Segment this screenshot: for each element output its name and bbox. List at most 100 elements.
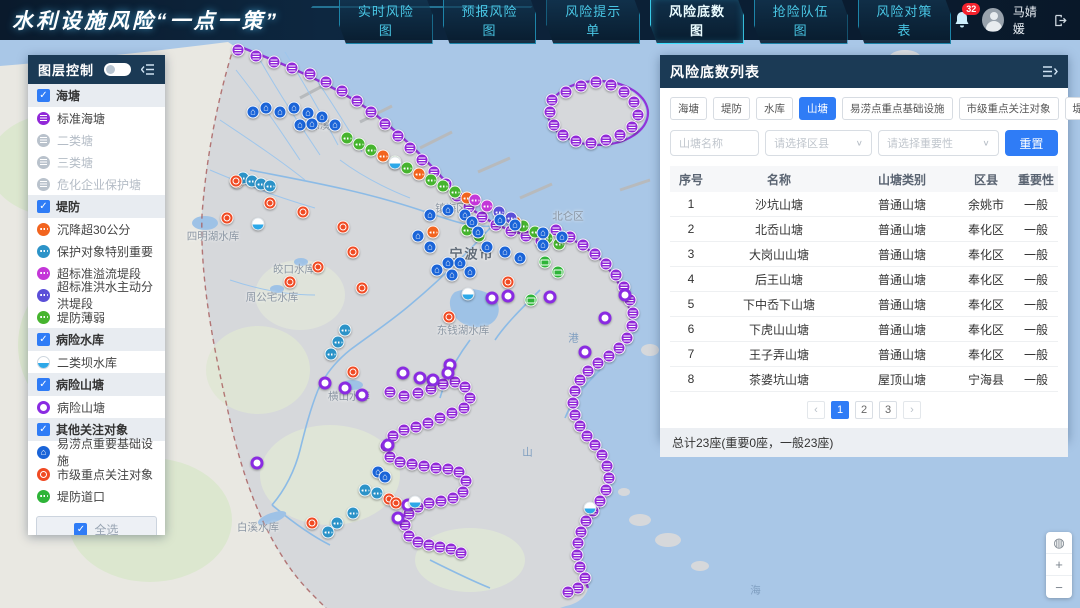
marker-protect[interactable] xyxy=(359,484,372,497)
avatar[interactable] xyxy=(982,8,1004,32)
table-row[interactable]: 4后王山塘普通山塘奉化区一般 xyxy=(670,267,1058,292)
marker-seawall[interactable] xyxy=(435,495,448,508)
marker-flood[interactable] xyxy=(424,241,437,254)
pond-name-input[interactable]: 山塘名称 xyxy=(670,130,759,156)
table-row[interactable]: 8茶婆坑山塘屋顶山塘宁海县一般 xyxy=(670,367,1058,392)
checkbox-checked[interactable]: ✓ xyxy=(37,200,50,213)
marker-seawall[interactable] xyxy=(304,68,317,81)
layer-item[interactable]: 保护对象特别重要 xyxy=(28,240,165,262)
marker-pond[interactable] xyxy=(319,377,332,390)
nav-button[interactable]: 风险提示单 xyxy=(546,0,640,44)
zoom-in-button[interactable]: + xyxy=(1046,554,1072,576)
marker-seawall[interactable] xyxy=(560,86,573,99)
marker-seawall[interactable] xyxy=(286,62,299,75)
marker-flood[interactable] xyxy=(472,226,485,239)
layer-item[interactable]: 市级重点关注对象 xyxy=(28,463,165,485)
nav-button[interactable]: 风险底数图 xyxy=(650,0,744,44)
marker-seawall[interactable] xyxy=(569,385,582,398)
marker-flood[interactable] xyxy=(509,219,522,232)
tab-市级重点关注对象[interactable]: 市级重点关注对象 xyxy=(959,97,1059,120)
marker-seawall[interactable] xyxy=(589,248,602,261)
marker-seawall[interactable] xyxy=(458,402,471,415)
marker-seawall[interactable] xyxy=(570,135,583,148)
layer-item[interactable]: 沉降超30公分 xyxy=(28,218,165,240)
marker-seawall[interactable] xyxy=(601,460,614,473)
marker-seawall[interactable] xyxy=(562,586,575,599)
marker-pond[interactable] xyxy=(486,292,499,305)
marker-protect[interactable] xyxy=(264,180,277,193)
table-row[interactable]: 1沙坑山塘普通山塘余姚市一般 xyxy=(670,192,1058,217)
marker-res[interactable] xyxy=(389,157,402,170)
layer-item[interactable]: 标准海塘 xyxy=(28,107,165,129)
collapse-list-icon[interactable] xyxy=(1043,65,1058,78)
nav-button[interactable]: 抢险队伍图 xyxy=(754,0,848,44)
checkbox-checked[interactable]: ✓ xyxy=(37,333,50,346)
marker-pond[interactable] xyxy=(619,289,632,302)
marker-flood[interactable] xyxy=(424,209,437,222)
marker-seawall[interactable] xyxy=(610,269,623,282)
marker-seawall[interactable] xyxy=(567,397,580,410)
marker-city[interactable] xyxy=(347,366,360,379)
tab-易涝点重点基础设施[interactable]: 易涝点重点基础设施 xyxy=(842,97,953,120)
marker-seawall[interactable] xyxy=(572,537,585,550)
marker-city[interactable] xyxy=(284,276,297,289)
page-button[interactable]: 2 xyxy=(855,401,873,419)
marker-city[interactable] xyxy=(297,206,310,219)
table-row[interactable]: 2北岙山塘普通山塘奉化区一般 xyxy=(670,217,1058,242)
next-page-button[interactable]: › xyxy=(903,401,921,419)
marker-flood[interactable] xyxy=(260,102,273,115)
marker-seawall[interactable] xyxy=(571,549,584,562)
marker-seawall[interactable] xyxy=(575,80,588,93)
table-row[interactable]: 6下虎山山塘普通山塘奉化区一般 xyxy=(670,317,1058,342)
marker-protect[interactable] xyxy=(347,507,360,520)
marker-seawall[interactable] xyxy=(418,460,431,473)
marker-protect[interactable] xyxy=(339,324,352,337)
marker-city[interactable] xyxy=(337,221,350,234)
marker-pond[interactable] xyxy=(392,512,405,525)
checkbox-checked[interactable]: ✓ xyxy=(37,89,50,102)
marker-seawall[interactable] xyxy=(548,119,561,132)
marker-city[interactable] xyxy=(390,497,403,510)
reset-button[interactable]: 重置 xyxy=(1005,130,1058,156)
checkbox-checked[interactable]: ✓ xyxy=(37,423,50,436)
marker-protect[interactable] xyxy=(325,348,338,361)
district-select[interactable]: 请选择区县 ∨ xyxy=(765,130,872,156)
marker-seawall[interactable] xyxy=(447,492,460,505)
layer-item[interactable]: 堤防道口 xyxy=(28,485,165,507)
marker-flood[interactable] xyxy=(442,204,455,217)
marker-seawall[interactable] xyxy=(410,421,423,434)
marker-sink[interactable] xyxy=(377,150,390,163)
marker-pond[interactable] xyxy=(339,382,352,395)
marker-pond[interactable] xyxy=(544,291,557,304)
marker-flood[interactable] xyxy=(499,246,512,259)
marker-pond[interactable] xyxy=(599,312,612,325)
marker-seawall[interactable] xyxy=(422,417,435,430)
marker-flood[interactable] xyxy=(446,269,459,282)
marker-sink[interactable] xyxy=(427,226,440,239)
marker-seawall[interactable] xyxy=(232,44,245,57)
marker-seawall[interactable] xyxy=(416,154,429,167)
table-row[interactable]: 7王子弄山塘普通山塘奉化区一般 xyxy=(670,342,1058,367)
nav-button[interactable]: 风险对策表 xyxy=(858,0,952,44)
marker-seawall[interactable] xyxy=(455,547,468,560)
marker-seawall[interactable] xyxy=(590,76,603,89)
layer-item[interactable]: 易涝点重要基础设施 xyxy=(28,441,165,463)
marker-city[interactable] xyxy=(443,311,456,324)
marker-seawall[interactable] xyxy=(603,350,616,363)
marker-seawall[interactable] xyxy=(632,109,645,122)
marker-flood[interactable] xyxy=(288,102,301,115)
marker-seawall[interactable] xyxy=(406,458,419,471)
marker-seawall[interactable] xyxy=(379,118,392,131)
marker-flood[interactable] xyxy=(537,239,550,252)
tab-堤防道口[interactable]: 堤防道口 xyxy=(1065,97,1080,120)
marker-seawall[interactable] xyxy=(585,137,598,150)
page-button[interactable]: 1 xyxy=(831,401,849,419)
marker-sink[interactable] xyxy=(413,168,426,181)
marker-flood[interactable] xyxy=(431,264,444,277)
marker-flood[interactable] xyxy=(481,241,494,254)
marker-protect[interactable] xyxy=(332,336,345,349)
marker-pond[interactable] xyxy=(414,372,427,385)
marker-flood[interactable] xyxy=(274,106,287,119)
marker-flood[interactable] xyxy=(329,119,342,132)
marker-seawall[interactable] xyxy=(600,258,613,271)
